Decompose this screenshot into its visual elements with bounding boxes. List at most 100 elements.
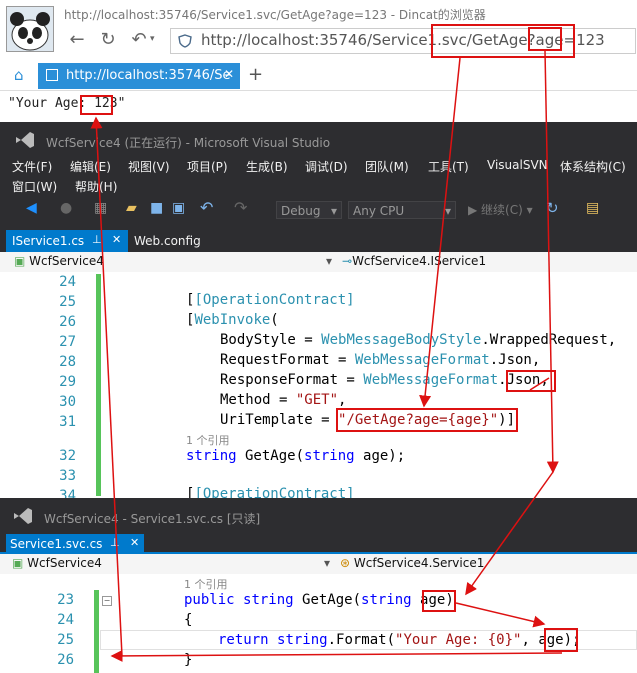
doc-tab-strip: IService1.cs ⊥ ✕ Web.config	[0, 228, 637, 252]
menu-build[interactable]: 生成(B)	[246, 158, 288, 175]
nav-bar: ▣ WcfService4 ▾ ⊛ WcfService4.Service1	[0, 554, 637, 575]
menu-tools[interactable]: 工具(T)	[428, 158, 469, 175]
type-nav[interactable]: ⊛ WcfService4.Service1	[340, 556, 484, 570]
menu-view[interactable]: 视图(V)	[128, 158, 170, 175]
shield-icon	[178, 34, 192, 48]
vs-title: WcfService4 - Service1.svc.cs [只读]	[44, 512, 261, 526]
chevron-down-icon[interactable]: ▾	[326, 254, 332, 268]
tab-label: IService1.cs	[12, 234, 85, 248]
tab-label: http://localhost:35746/Se	[66, 68, 231, 83]
line-number: 26	[57, 652, 74, 668]
tab-service1[interactable]: Service1.svc.cs ⊥ ✕	[6, 534, 144, 554]
save-all-icon[interactable]: ▣	[172, 200, 185, 216]
code-editor-service[interactable]: − 1 个引用 23 24 25 26 public string GetAge…	[0, 574, 637, 673]
code-line: Method = "GET",	[220, 392, 347, 408]
tab-label: Service1.svc.cs	[10, 537, 103, 551]
open-folder-icon[interactable]: ▰	[126, 200, 137, 216]
line-number: 30	[59, 394, 76, 410]
back-arrow-icon[interactable]: ←	[66, 29, 88, 51]
forward-circle-icon[interactable]: ●	[60, 200, 72, 216]
close-icon[interactable]: ✕	[112, 233, 121, 246]
solution-icon[interactable]: ▦	[94, 200, 107, 216]
tab-iservice1[interactable]: IService1.cs ⊥ ✕	[6, 230, 128, 252]
tab-webconfig[interactable]: Web.config	[134, 234, 201, 248]
menu-visualsvn[interactable]: VisualSVN	[487, 158, 548, 172]
new-tab-icon[interactable]: +	[248, 64, 263, 85]
code-line: RequestFormat = WebMessageFormat.Json,	[220, 352, 541, 368]
code-line: }	[184, 652, 193, 668]
menu-debug[interactable]: 调试(D)	[305, 158, 348, 175]
code-line: [[OperationContract]	[186, 292, 355, 308]
reference-count[interactable]: 1 个引用	[186, 432, 230, 448]
line-number: 25	[57, 632, 74, 648]
menu-help[interactable]: 帮助(H)	[75, 178, 117, 195]
collapse-icon[interactable]: −	[102, 596, 112, 606]
browser-window: http://localhost:35746/Service1.svc/GetA…	[0, 0, 637, 122]
annotation-box	[80, 95, 113, 115]
page-icon	[46, 69, 58, 81]
visual-studio-logo-icon	[14, 508, 32, 524]
close-icon[interactable]: ✕	[130, 536, 139, 549]
reference-count[interactable]: 1 个引用	[184, 576, 228, 592]
refresh-icon[interactable]: ↻	[546, 199, 559, 217]
toolbar: ◀ ● ▦ ▰ ■ ▣ ↶ ↷ Debug ▾ Any CPU ▾ ▶ 继续(C) …	[0, 198, 637, 222]
undo-icon[interactable]: ↶	[200, 198, 213, 217]
back-circle-icon[interactable]: ◀	[26, 200, 37, 216]
menu-file[interactable]: 文件(F)	[12, 158, 52, 175]
code-line: public string GetAge(string age)	[184, 592, 454, 608]
platform-select[interactable]: Any CPU ▾	[348, 201, 456, 219]
close-icon[interactable]: ✕	[224, 67, 234, 81]
code-line: ResponseFormat = WebMessageFormat.Json,	[220, 372, 549, 388]
line-number: 24	[59, 274, 76, 290]
change-bar	[96, 274, 101, 496]
line-number: 27	[59, 334, 76, 350]
annotation-box	[528, 27, 562, 51]
project-nav[interactable]: ▣ WcfService4	[14, 254, 104, 268]
browser-title: http://localhost:35746/Service1.svc/GetA…	[64, 8, 486, 22]
menu-window[interactable]: 窗口(W)	[12, 178, 57, 195]
code-line: [WebInvoke(	[186, 312, 279, 328]
line-number: 31	[59, 414, 76, 430]
vs-window-service: WcfService4 - Service1.svc.cs [只读] Servi…	[0, 498, 637, 554]
panda-avatar-icon	[7, 7, 53, 51]
line-number: 29	[59, 374, 76, 390]
code-editor-iservice[interactable]: 24 25 26 27 28 29 30 31 32 33 34 [[Opera…	[0, 272, 637, 504]
continue-label: 继续(C)	[481, 203, 523, 217]
line-number: 33	[59, 468, 76, 484]
redo-icon[interactable]: ↷	[234, 198, 247, 217]
continue-button[interactable]: ▶ 继续(C) ▾	[468, 201, 533, 218]
annotation-box	[544, 628, 578, 652]
browser-tab[interactable]: http://localhost:35746/Se ✕	[38, 63, 240, 89]
chevron-down-icon[interactable]: ▾	[150, 34, 155, 44]
annotation-box	[336, 408, 518, 432]
code-line: string GetAge(string age);	[186, 448, 406, 464]
line-number: 28	[59, 354, 76, 370]
pin-icon[interactable]: ⊥	[92, 233, 102, 246]
pin-icon[interactable]: ⊥	[110, 536, 120, 549]
chevron-down-icon[interactable]: ▾	[324, 556, 330, 570]
annotation-box	[422, 590, 456, 612]
home-icon[interactable]: ⌂	[14, 66, 24, 84]
line-number: 23	[57, 592, 74, 608]
menu-project[interactable]: 项目(P)	[187, 158, 228, 175]
comment-icon[interactable]: ▤	[586, 200, 599, 216]
vs-window-iservice: WcfService4 (正在运行) - Microsoft Visual St…	[0, 122, 637, 252]
menu-edit[interactable]: 编辑(E)	[70, 158, 111, 175]
undo-icon[interactable]: ↶	[128, 29, 150, 51]
config-select[interactable]: Debug ▾	[276, 201, 342, 219]
menu-team[interactable]: 团队(M)	[365, 158, 409, 175]
visual-studio-logo-icon	[16, 132, 34, 148]
menu-architecture[interactable]: 体系结构(C)	[560, 158, 626, 175]
save-icon[interactable]: ■	[150, 200, 163, 216]
code-line: {	[184, 612, 193, 628]
line-number: 24	[57, 612, 74, 628]
refresh-icon[interactable]: ↻	[97, 29, 119, 51]
project-nav[interactable]: ▣ WcfService4	[12, 556, 102, 570]
vs-title: WcfService4 (正在运行) - Microsoft Visual St…	[46, 136, 331, 150]
line-number: 32	[59, 448, 76, 464]
line-number: 26	[59, 314, 76, 330]
code-line: return string.Format("Your Age: {0}", ag…	[218, 632, 581, 648]
type-nav[interactable]: ⊸WcfService4.IService1	[342, 254, 486, 268]
nav-bar: ▣ WcfService4 ▾ ⊸WcfService4.IService1	[0, 252, 637, 273]
code-line: BodyStyle = WebMessageBodyStyle.WrappedR…	[220, 332, 617, 348]
